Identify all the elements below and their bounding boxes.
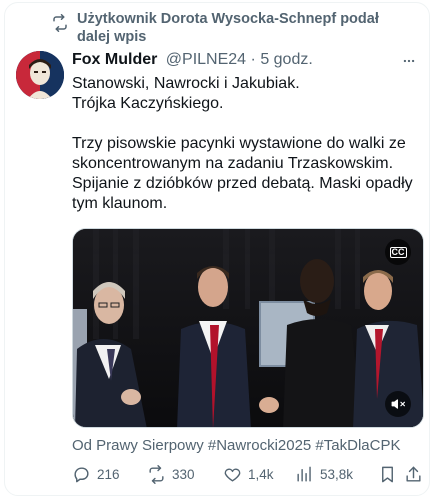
reply-count: 216 bbox=[97, 466, 120, 482]
captions-icon: CC bbox=[389, 246, 407, 258]
reply-button[interactable]: 216 bbox=[72, 463, 120, 485]
avatar[interactable] bbox=[16, 51, 64, 99]
media-source-hashtags[interactable]: Od Prawy Sierpowy #Nawrocki2025 #TakDlaC… bbox=[72, 437, 424, 455]
separator: · bbox=[250, 51, 256, 68]
repost-button[interactable]: 330 bbox=[147, 463, 195, 485]
mute-button[interactable] bbox=[385, 391, 411, 417]
avatar-image bbox=[16, 51, 64, 99]
tweet-paragraph-1: Stanowski, Nawrocki i Jakubiak. Trójka K… bbox=[72, 75, 300, 112]
action-bar: 216 330 1,4k 53,8k bbox=[72, 463, 422, 487]
share-icon bbox=[406, 466, 421, 482]
author-handle[interactable]: @PILNE24 bbox=[166, 51, 246, 68]
repost-count: 330 bbox=[172, 466, 195, 482]
like-button[interactable]: 1,4k bbox=[223, 463, 274, 485]
captions-button[interactable]: CC bbox=[385, 239, 411, 265]
heart-icon bbox=[224, 468, 241, 482]
repost-label[interactable]: Użytkownik Dorota Wysocka-Schnepf podał … bbox=[77, 10, 397, 46]
tweet-time[interactable]: 5 godz. bbox=[260, 51, 312, 68]
author-name[interactable]: Fox Mulder bbox=[72, 51, 157, 68]
tweet-card[interactable]: Użytkownik Dorota Wysocka-Schnepf podał … bbox=[4, 2, 430, 496]
views-button[interactable]: 53,8k bbox=[295, 463, 353, 485]
views-chart-icon bbox=[297, 466, 311, 482]
more-options-icon[interactable] bbox=[400, 54, 418, 68]
video-player[interactable]: CC bbox=[72, 228, 424, 428]
bookmark-icon bbox=[382, 466, 393, 482]
repost-icon bbox=[53, 14, 67, 32]
bookmark-button[interactable] bbox=[378, 463, 403, 485]
share-button[interactable] bbox=[404, 463, 429, 485]
like-count: 1,4k bbox=[248, 466, 274, 482]
tweet-header: Fox Mulder @PILNE24 · 5 godz. bbox=[72, 51, 422, 73]
tweet-paragraph-2: Trzy pisowskie pacynki wystawione do wal… bbox=[72, 135, 413, 212]
repost-context[interactable]: Użytkownik Dorota Wysocka-Schnepf podał … bbox=[51, 10, 391, 48]
repost-action-icon bbox=[149, 464, 164, 484]
tweet-text: Stanowski, Nawrocki i Jakubiak. Trójka K… bbox=[72, 74, 424, 214]
video-frame bbox=[73, 229, 423, 427]
reply-icon bbox=[74, 466, 89, 482]
muted-speaker-icon bbox=[391, 399, 405, 409]
view-count: 53,8k bbox=[320, 466, 354, 482]
